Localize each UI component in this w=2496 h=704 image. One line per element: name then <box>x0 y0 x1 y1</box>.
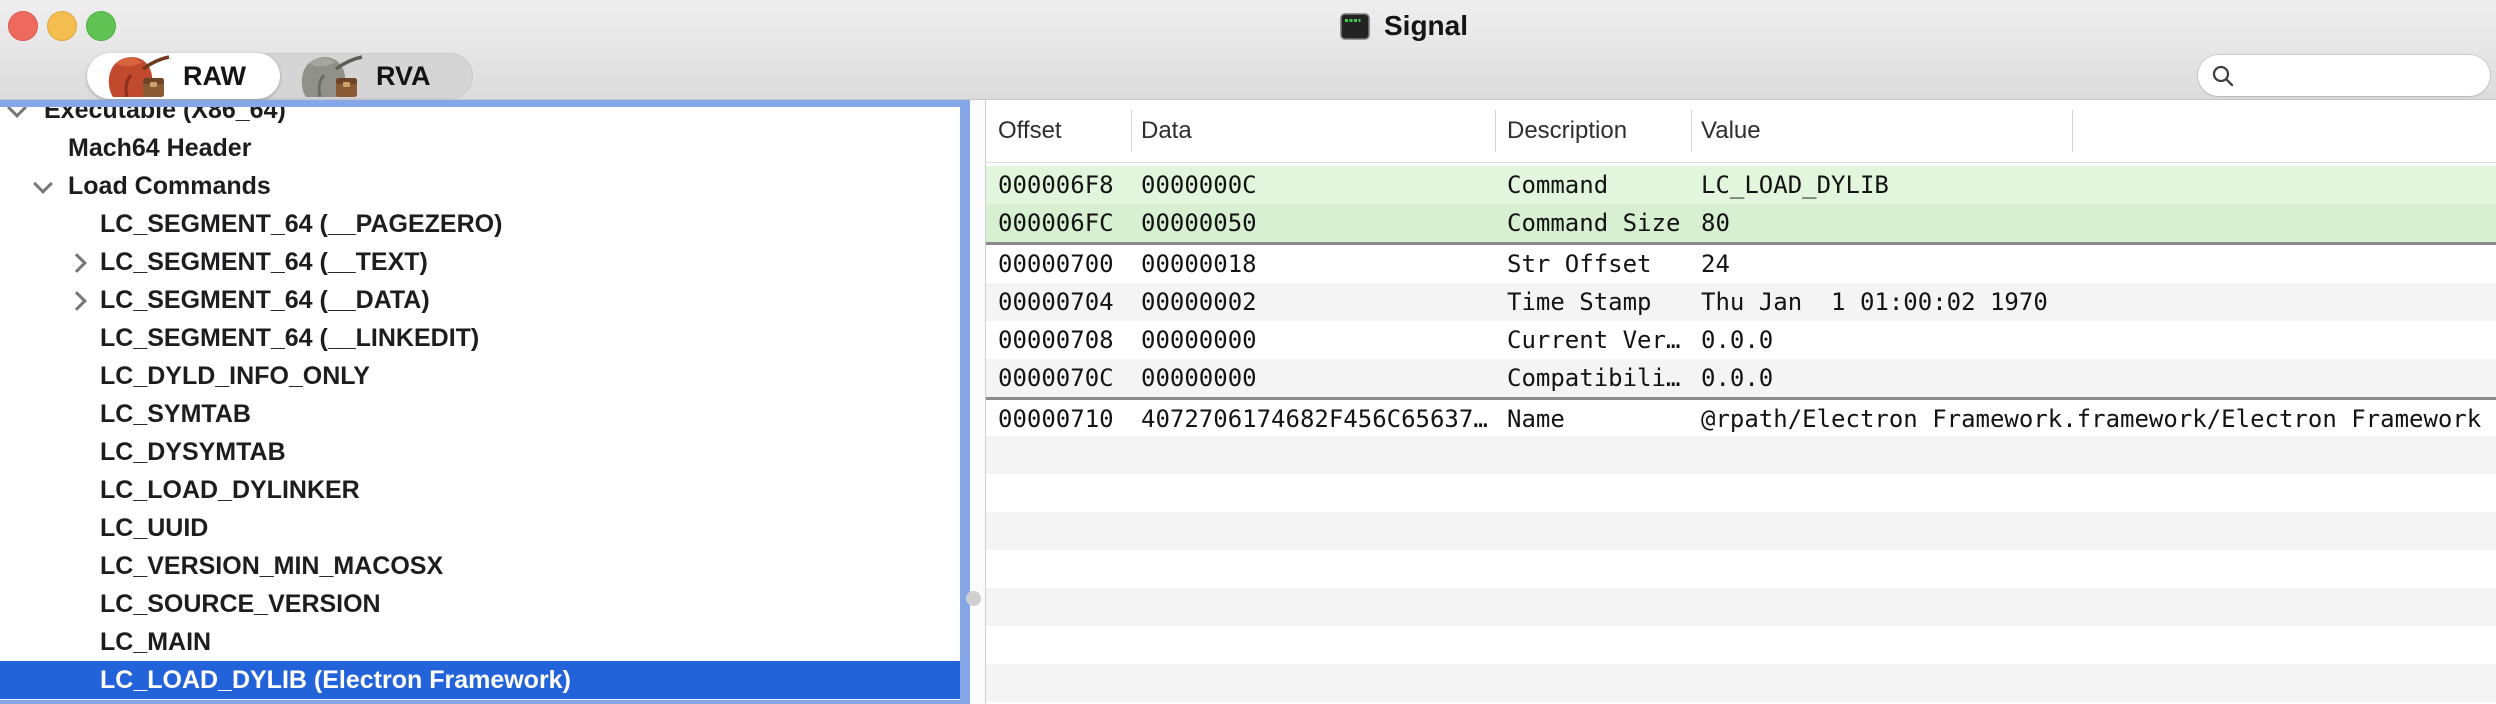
cell-offset: 00000708 <box>986 326 1141 354</box>
cell-description: Compatibili… <box>1507 364 1701 392</box>
cell-description: Time Stamp <box>1507 288 1701 316</box>
sidebar-item[interactable]: LC_LOAD_DYLINKER <box>0 471 960 509</box>
sidebar-item[interactable]: Mach64 Header <box>0 129 960 167</box>
column-header-data[interactable]: Data <box>1141 100 1192 162</box>
cell-data: 00000050 <box>1141 209 1507 237</box>
cell-data: 00000000 <box>1141 326 1507 354</box>
column-divider <box>1495 110 1496 152</box>
sidebar-item-label: LC_UUID <box>0 514 208 543</box>
cell-value: Thu Jan 1 01:00:02 1970 <box>1701 288 2496 316</box>
sidebar-item[interactable]: LC_VERSION_MIN_MACOSX <box>0 547 960 585</box>
table-row[interactable]: 00000704 00000002 Time Stamp Thu Jan 1 0… <box>986 283 2496 321</box>
table-row[interactable]: 00000710 4072706174682F456C65637… Name @… <box>986 400 2496 438</box>
apple-core-gray-icon <box>300 55 366 97</box>
sidebar-item[interactable]: LC_DYLD_INFO_ONLY <box>0 357 960 395</box>
cell-value: LC_LOAD_DYLIB <box>1701 171 2496 199</box>
sidebar-item[interactable]: LC_UUID <box>0 509 960 547</box>
cell-data: 4072706174682F456C65637… <box>1141 405 1507 433</box>
sidebar-item[interactable]: LC_SOURCE_VERSION <box>0 585 960 623</box>
sidebar-item-label: LC_SEGMENT_64 (__PAGEZERO) <box>0 210 502 239</box>
zoom-button[interactable] <box>86 11 116 41</box>
table-row[interactable]: 000006F8 0000000C Command LC_LOAD_DYLIB <box>986 166 2496 204</box>
segment-raw[interactable]: RAW <box>87 53 280 99</box>
sidebar-item-label: LC_LOAD_DYLIB (Electron Framework) <box>0 666 571 695</box>
column-divider <box>2072 110 2073 152</box>
table-row[interactable]: 00000700 00000018 Str Offset 24 <box>986 245 2496 283</box>
cell-offset: 0000070C <box>986 364 1141 392</box>
table-row[interactable]: 000006FC 00000050 Command Size 80 <box>986 204 2496 242</box>
sidebar-item[interactable]: LC_LOAD_DYLIB (Electron Framework) <box>0 661 960 699</box>
cell-data: 0000000C <box>1141 171 1507 199</box>
segment-raw-label: RAW <box>183 61 246 92</box>
table-row[interactable]: 00000708 00000000 Current Ver… 0.0.0 <box>986 321 2496 359</box>
column-divider <box>1691 110 1692 152</box>
sidebar: Executable (X86_64) Mach64 Header Load C… <box>0 100 970 704</box>
column-divider <box>1131 110 1132 152</box>
sidebar-item-label: LC_DYLD_INFO_ONLY <box>0 362 370 391</box>
apple-core-red-icon <box>107 55 173 97</box>
cell-offset: 000006F8 <box>986 171 1141 199</box>
sidebar-item[interactable]: LC_SEGMENT_64 (__PAGEZERO) <box>0 205 960 243</box>
table-rows: 000006F8 0000000C Command LC_LOAD_DYLIB … <box>986 166 2496 438</box>
sidebar-item-label: Executable (X86_64) <box>0 100 286 125</box>
cell-description: Current Ver… <box>1507 326 1701 354</box>
cell-offset: 00000710 <box>986 405 1141 433</box>
minimize-button[interactable] <box>47 11 77 41</box>
sidebar-item[interactable]: LC_DYSYMTAB <box>0 433 960 471</box>
cell-description: Command Size <box>1507 209 1701 237</box>
sidebar-item[interactable]: LC_MAIN <box>0 623 960 661</box>
cell-offset: 00000704 <box>986 288 1141 316</box>
cell-description: Command <box>1507 171 1701 199</box>
splitter-handle[interactable] <box>966 591 981 606</box>
sidebar-item[interactable]: Load Commands <box>0 167 960 205</box>
table-header: Offset Data Description Value <box>986 100 2496 163</box>
sidebar-item-label: LC_DYSYMTAB <box>0 438 286 467</box>
sidebar-item-label: Mach64 Header <box>0 134 251 163</box>
close-button[interactable] <box>8 11 38 41</box>
sidebar-item-label: LC_VERSION_MIN_MACOSX <box>0 552 443 581</box>
sidebar-item-label: LC_SYMTAB <box>0 400 251 429</box>
window-chrome: Signal RAW R <box>0 0 2496 100</box>
sidebar-item-label: LC_SEGMENT_64 (__LINKEDIT) <box>0 324 479 353</box>
search-input[interactable] <box>2243 61 2477 91</box>
cell-data: 00000018 <box>1141 250 1507 278</box>
sidebar-item[interactable]: LC_SEGMENT_64 (__TEXT) <box>0 243 960 281</box>
cell-data: 00000002 <box>1141 288 1507 316</box>
sidebar-tree: Executable (X86_64) Mach64 Header Load C… <box>0 100 960 699</box>
executable-icon <box>1340 13 1370 40</box>
sidebar-item-label: LC_SOURCE_VERSION <box>0 590 381 619</box>
cell-description: Str Offset <box>1507 250 1701 278</box>
sidebar-item-label: LC_LOAD_DYLINKER <box>0 476 360 505</box>
window-title-group: Signal <box>1340 6 1468 46</box>
empty-row-stripes <box>986 436 2496 704</box>
detail-table: Offset Data Description Value 000006F8 0… <box>985 100 2496 704</box>
window-title: Signal <box>1384 10 1468 42</box>
raw-rva-segmented-control: RAW RVA <box>87 53 473 99</box>
cell-value: @rpath/Electron Framework.framework/Elec… <box>1701 405 2496 433</box>
cell-offset: 00000700 <box>986 250 1141 278</box>
sidebar-item[interactable]: LC_SEGMENT_64 (__LINKEDIT) <box>0 319 960 357</box>
cell-value: 24 <box>1701 250 2496 278</box>
sidebar-item-label: LC_MAIN <box>0 628 211 657</box>
segment-rva-label: RVA <box>376 61 431 92</box>
sidebar-item[interactable]: LC_SYMTAB <box>0 395 960 433</box>
cell-offset: 000006FC <box>986 209 1141 237</box>
column-header-value[interactable]: Value <box>1701 100 1761 162</box>
cell-value: 0.0.0 <box>1701 326 2496 354</box>
sidebar-item-label: LC_SEGMENT_64 (__TEXT) <box>0 248 428 277</box>
sidebar-item[interactable]: LC_SEGMENT_64 (__DATA) <box>0 281 960 319</box>
table-row[interactable]: 0000070C 00000000 Compatibili… 0.0.0 <box>986 359 2496 397</box>
sidebar-item-label: LC_SEGMENT_64 (__DATA) <box>0 286 430 315</box>
sidebar-item[interactable]: Executable (X86_64) <box>0 100 960 129</box>
segment-rva[interactable]: RVA <box>280 53 473 99</box>
column-header-offset[interactable]: Offset <box>998 100 1062 162</box>
cell-description: Name <box>1507 405 1701 433</box>
cell-value: 0.0.0 <box>1701 364 2496 392</box>
pane-splitter[interactable] <box>970 100 985 704</box>
column-header-description[interactable]: Description <box>1507 100 1627 162</box>
cell-data: 00000000 <box>1141 364 1507 392</box>
search-field[interactable] <box>2198 55 2490 96</box>
search-icon <box>2211 64 2235 88</box>
cell-value: 80 <box>1701 209 2496 237</box>
